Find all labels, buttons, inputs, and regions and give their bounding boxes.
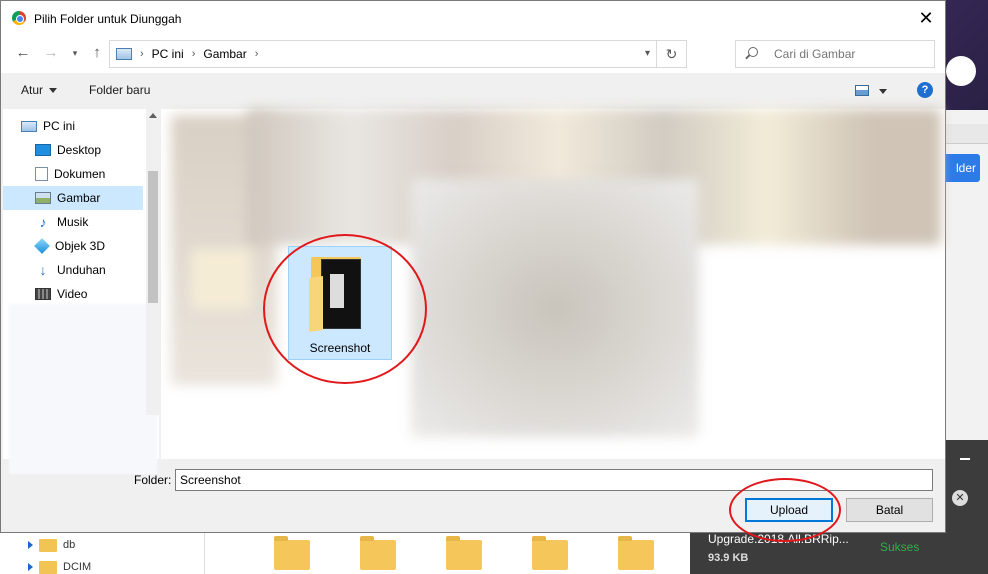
sidebar-item-documents[interactable]: Dokumen [3, 162, 143, 186]
sidebar-item-label: Video [57, 287, 88, 301]
annotation-oval [729, 478, 841, 542]
blurred-region [9, 304, 157, 474]
search-input[interactable] [774, 45, 924, 63]
close-button[interactable]: ✕ [913, 5, 939, 31]
breadcrumb-chevron-icon[interactable]: › [140, 48, 144, 60]
sidebar-item-desktop[interactable]: Desktop [3, 138, 143, 162]
folder-icon [39, 538, 57, 552]
organize-label: Atur [21, 83, 44, 97]
computer-icon [116, 48, 132, 60]
new-folder-button[interactable]: Folder baru [89, 83, 150, 97]
close-icon[interactable]: ✕ [952, 490, 968, 506]
breadcrumb-pictures[interactable]: Gambar [203, 47, 246, 61]
navigation-bar: ← → ▾ ↑ › PC ini › Gambar › ▾ ↻ [1, 35, 945, 73]
scrollbar-thumb[interactable] [148, 171, 158, 303]
navigation-pane: PC ini Desktop Dokumen Gambar ♪ Musik Ob… [3, 109, 161, 474]
command-bar: Atur Folder baru ? [1, 73, 945, 109]
cancel-button[interactable]: Batal [846, 498, 933, 522]
arrow-up-icon[interactable]: ↑ [87, 43, 107, 63]
sidebar-item-3d-objects[interactable]: Objek 3D [3, 234, 143, 258]
view-options-icon[interactable] [855, 85, 869, 96]
breadcrumb-pc[interactable]: PC ini [152, 47, 184, 61]
sidebar-item-pc[interactable]: PC ini [21, 114, 161, 138]
expand-arrow-icon[interactable] [28, 541, 33, 549]
refresh-icon[interactable]: ↻ [656, 41, 686, 67]
arrow-right-icon[interactable]: → [41, 43, 61, 63]
sidebar-item-label: Unduhan [57, 263, 106, 277]
folder-icon[interactable] [446, 536, 482, 570]
annotation-circle [263, 234, 427, 384]
help-button[interactable]: ? [917, 82, 933, 98]
minimize-icon[interactable] [960, 458, 970, 460]
chevron-down-icon [49, 88, 58, 94]
background-window-controls [946, 124, 988, 144]
arrow-left-icon[interactable]: ← [13, 43, 33, 63]
sidebar-item-label: Objek 3D [55, 239, 106, 253]
sidebar-scrollbar[interactable] [146, 109, 160, 415]
folder-icon[interactable] [274, 536, 310, 570]
blurred-item[interactable] [411, 179, 699, 437]
search-icon [748, 47, 758, 57]
desktop-icon [35, 144, 51, 156]
background-folder-button[interactable]: lder [946, 154, 980, 182]
sidebar-item-label: PC ini [43, 119, 76, 133]
user-avatar-icon[interactable] [946, 56, 976, 86]
sidebar-item-videos[interactable]: Video [3, 282, 143, 306]
breadcrumb-chevron-icon[interactable]: › [255, 48, 259, 60]
tree-item-label: DCIM [63, 561, 92, 573]
sidebar-item-music[interactable]: ♪ Musik [3, 210, 143, 234]
videos-icon [35, 288, 51, 300]
tree-item-label: db [63, 539, 76, 551]
folder-icon[interactable] [532, 536, 568, 570]
scroll-up-icon[interactable] [149, 113, 157, 118]
search-box[interactable] [735, 40, 935, 68]
download-file-size: 93.9 KB [708, 552, 749, 564]
folder-icon[interactable] [618, 536, 654, 570]
folder-picker-dialog: Pilih Folder untuk Diunggah ✕ ← → ▾ ↑ › … [0, 0, 946, 542]
downloads-icon: ↓ [39, 262, 47, 278]
tree-item-db[interactable]: db [28, 536, 75, 554]
music-icon: ♪ [39, 214, 47, 230]
sidebar-item-pictures[interactable]: Gambar [3, 186, 143, 210]
recent-locations-chevron-icon[interactable]: ▾ [65, 43, 85, 63]
chevron-down-icon[interactable] [879, 89, 887, 94]
blurred-item[interactable] [191, 249, 251, 309]
address-bar[interactable]: › PC ini › Gambar › ▾ ↻ [109, 40, 687, 68]
pictures-icon [35, 192, 51, 204]
tree-item-dcim[interactable]: DCIM [28, 558, 91, 574]
folder-icon[interactable] [360, 536, 396, 570]
download-status: Sukses [880, 540, 920, 554]
sidebar-item-downloads[interactable]: ↓ Unduhan [3, 258, 143, 282]
objects-3d-icon [34, 238, 50, 254]
title-bar: Pilih Folder untuk Diunggah ✕ [1, 1, 945, 35]
folder-icon [39, 560, 57, 574]
sidebar-item-label: Desktop [57, 143, 102, 157]
computer-icon [21, 120, 37, 132]
sidebar-item-label: Gambar [57, 191, 101, 205]
expand-arrow-icon[interactable] [28, 563, 33, 571]
dialog-title: Pilih Folder untuk Diunggah [34, 12, 182, 26]
chrome-icon [12, 11, 26, 25]
folder-field-label: Folder: [134, 473, 172, 487]
chevron-down-icon[interactable]: ▾ [645, 48, 650, 59]
organize-menu-button[interactable]: Atur [21, 83, 58, 97]
breadcrumb-chevron-icon[interactable]: › [192, 48, 196, 60]
sidebar-item-label: Musik [57, 215, 89, 229]
documents-icon [35, 167, 48, 181]
sidebar-item-label: Dokumen [54, 167, 106, 181]
